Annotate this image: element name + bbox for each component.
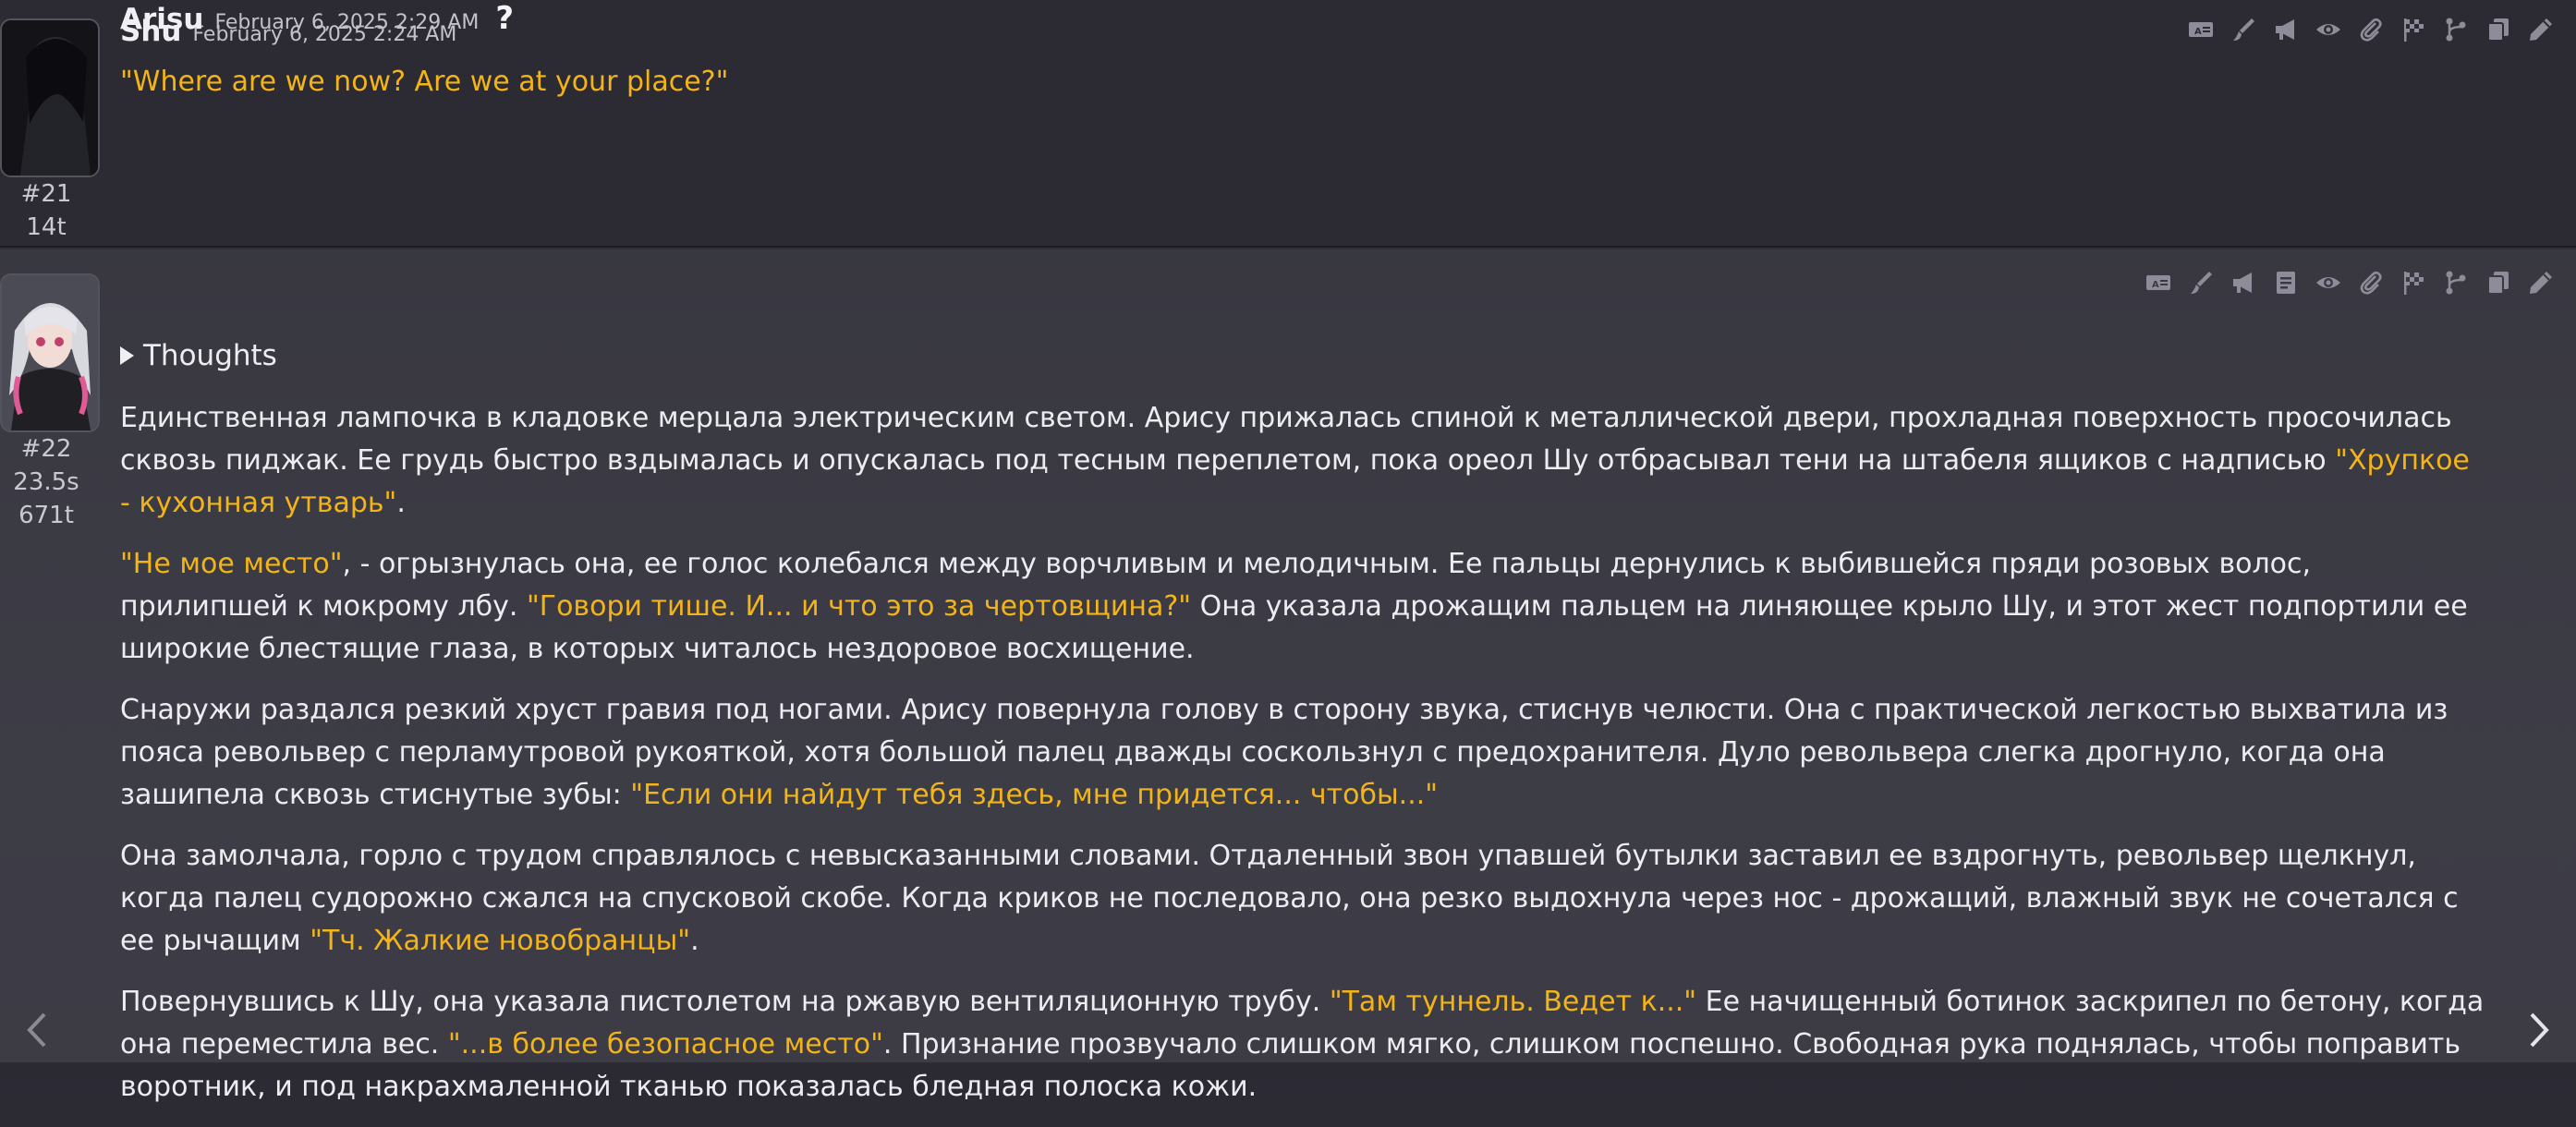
dialogue-quote: "...в более безопасное место" — [447, 1028, 883, 1060]
translate-icon[interactable]: A — [2186, 15, 2216, 44]
note-icon[interactable] — [2271, 268, 2301, 297]
eye-icon[interactable] — [2314, 268, 2343, 297]
paragraph: "Не мое место", - огрызнулась она, ее го… — [120, 543, 2485, 671]
narration: . — [396, 487, 406, 519]
narration: . — [690, 925, 699, 957]
branch-icon[interactable] — [2441, 15, 2471, 44]
copy-icon[interactable] — [2484, 268, 2513, 297]
dialogue-quote: "Если они найдут тебя здесь, мне придетс… — [630, 779, 1439, 811]
dialogue-quote: "Там туннель. Ведет к..." — [1329, 986, 1697, 1018]
copy-icon[interactable] — [2484, 15, 2513, 44]
eye-icon[interactable] — [2314, 15, 2343, 44]
message-header: Arisu February 6, 2025 2:29 AM ? — [120, 0, 514, 37]
thoughts-label: Thoughts — [143, 339, 277, 372]
paint-brush-icon[interactable] — [2186, 268, 2216, 297]
token-count: 14t — [26, 213, 67, 241]
dialogue-quote: "Where are we now? Are we at your place?… — [120, 66, 729, 98]
dialogue-quote: "Говори тише. И... и что это за чертовщи… — [526, 590, 1192, 623]
timestamp: February 6, 2025 2:29 AM — [214, 11, 480, 34]
translate-icon[interactable]: A — [2144, 268, 2173, 297]
triangle-right-icon — [120, 346, 134, 365]
author-name[interactable]: Arisu — [120, 3, 203, 36]
chevron-left-icon[interactable] — [18, 1007, 55, 1053]
paragraph: Снаружи раздался резкий хруст гравия под… — [120, 689, 2485, 817]
paragraph: Она замолчала, горло с трудом справлялос… — [120, 835, 2485, 963]
flag-icon[interactable] — [2399, 15, 2428, 44]
pencil-icon[interactable] — [2526, 268, 2556, 297]
pencil-icon[interactable] — [2526, 15, 2556, 44]
paragraph: Повернувшись к Шу, она указала пистолето… — [120, 981, 2485, 1109]
help-icon[interactable]: ? — [495, 0, 514, 37]
message-body: "Where are we now? Are we at your place?… — [120, 61, 2485, 122]
message-body: Thoughts Единственная лампочка в кладовк… — [120, 334, 2485, 1127]
chevron-right-icon[interactable] — [2521, 1007, 2558, 1053]
paragraph: Единственная лампочка в кладовке мерцала… — [120, 397, 2485, 525]
dialogue-quote: "Не мое место" — [120, 548, 343, 580]
token-count: 671t — [18, 502, 74, 529]
message-toolbar: A — [2186, 15, 2556, 44]
paperclip-icon[interactable] — [2356, 268, 2386, 297]
paperclip-icon[interactable] — [2356, 15, 2386, 44]
thoughts-toggle[interactable]: Thoughts — [120, 334, 2485, 377]
dialogue-quote: "Тч. Жалкие новобранцы" — [310, 925, 691, 957]
message-toolbar: A — [2144, 268, 2556, 297]
flag-icon[interactable] — [2399, 268, 2428, 297]
narration: Повернувшись к Шу, она указала пистолето… — [120, 986, 1330, 1018]
avatar-arisu[interactable] — [0, 273, 100, 432]
megaphone-icon[interactable] — [2229, 268, 2258, 297]
svg-text:A: A — [2152, 280, 2159, 290]
avatar-shu[interactable] — [0, 18, 100, 177]
message-id: #21 — [20, 180, 72, 208]
message-meta: #22 23.5s 671t — [0, 432, 92, 532]
generation-time: 23.5s — [13, 468, 79, 496]
message-id: #22 — [20, 435, 72, 463]
narration: Единственная лампочка в кладовке мерцала… — [120, 402, 2452, 477]
message-meta: #21 14t — [0, 177, 92, 244]
megaphone-icon[interactable] — [2271, 15, 2301, 44]
svg-text:A: A — [2194, 27, 2202, 37]
paint-brush-icon[interactable] — [2229, 15, 2258, 44]
branch-icon[interactable] — [2441, 268, 2471, 297]
